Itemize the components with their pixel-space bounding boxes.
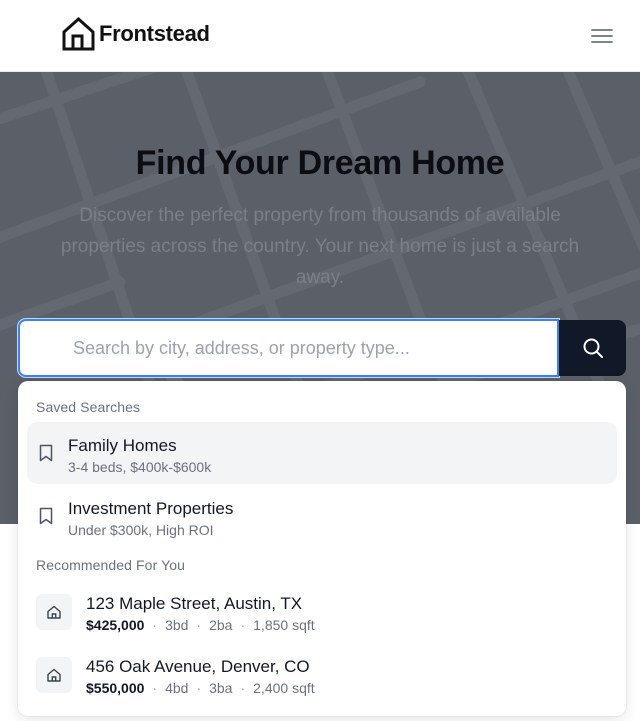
listing-price: $425,000 bbox=[86, 617, 145, 633]
saved-search-criteria: Under $300k, High ROI bbox=[68, 522, 214, 538]
listing-beds: 4bd bbox=[165, 680, 189, 696]
listing-sqft: 2,400 sqft bbox=[253, 680, 315, 696]
recommended-listing[interactable]: 123 Maple Street, Austin, TX $425,000 · 3b… bbox=[27, 586, 617, 642]
hamburger-menu-icon bbox=[591, 29, 613, 43]
listing-beds: 3bd bbox=[165, 617, 189, 633]
recommended-heading: Recommended For You bbox=[36, 557, 185, 573]
listing-baths: 3ba bbox=[209, 680, 233, 696]
search-bar bbox=[18, 319, 626, 377]
search-icon bbox=[583, 338, 603, 358]
search-input[interactable] bbox=[18, 319, 559, 377]
listing-sqft: 1,850 sqft bbox=[253, 617, 315, 633]
hero-title: Find Your Dream Home bbox=[135, 144, 505, 182]
listing-address: 456 Oak Avenue, Denver, CO bbox=[86, 657, 310, 676]
saved-search-item[interactable]: Investment Properties Under $300k, High … bbox=[27, 485, 617, 547]
listing-details: $425,000 · 3bd · 2ba · 1,850 sqft bbox=[86, 617, 315, 633]
saved-search-item[interactable]: Family Homes 3-4 beds, $400k-$600k bbox=[27, 422, 617, 484]
house-outline-icon bbox=[62, 17, 95, 51]
top-nav: Frontstead bbox=[0, 0, 640, 72]
house-icon bbox=[47, 668, 61, 682]
bookmark-icon bbox=[39, 444, 53, 462]
brand-name: Frontstead bbox=[99, 21, 210, 46]
brand-logo[interactable]: Frontstead bbox=[62, 17, 210, 51]
listing-price: $550,000 bbox=[86, 680, 145, 696]
saved-search-title: Family Homes bbox=[68, 436, 177, 455]
menu-button[interactable] bbox=[588, 24, 616, 48]
saved-search-title: Investment Properties bbox=[68, 499, 234, 518]
search-suggestions-dropdown: Saved Searches Family Homes 3-4 beds, $4… bbox=[18, 381, 626, 716]
listing-address: 123 Maple Street, Austin, TX bbox=[86, 594, 303, 613]
listing-baths: 2ba bbox=[209, 617, 233, 633]
saved-searches-heading: Saved Searches bbox=[36, 399, 141, 415]
bookmark-icon bbox=[39, 507, 53, 525]
saved-search-criteria: 3-4 beds, $400k-$600k bbox=[68, 459, 212, 475]
search-button[interactable] bbox=[559, 320, 626, 376]
house-icon bbox=[47, 605, 61, 619]
listing-details: $550,000 · 4bd · 3ba · 2,400 sqft bbox=[86, 680, 315, 696]
recommended-listing[interactable]: 456 Oak Avenue, Denver, CO $550,000 · 4bd ·… bbox=[27, 649, 617, 705]
listing-thumb bbox=[36, 594, 72, 630]
listing-thumb bbox=[36, 657, 72, 693]
hero-subtitle: Discover the perfect property from thous… bbox=[60, 205, 580, 288]
